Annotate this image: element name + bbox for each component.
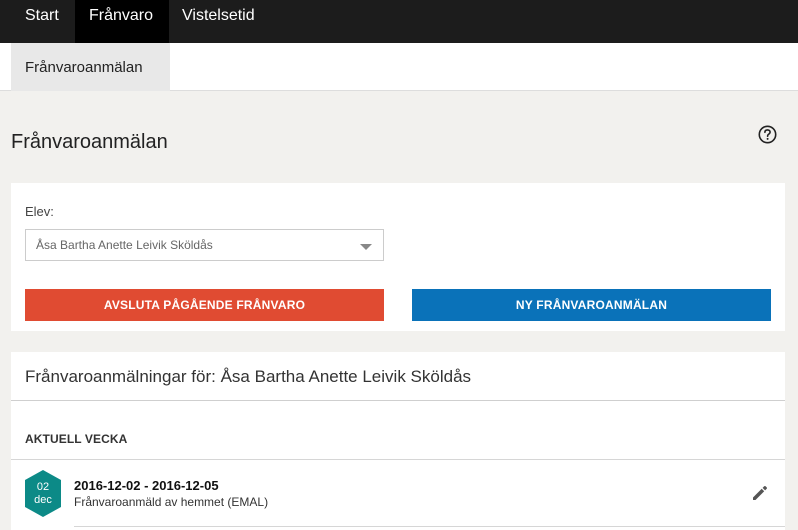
- report-date-range[interactable]: 2016-12-02 - 2016-12-05: [74, 478, 219, 493]
- sub-navigation: Frånvaroanmälan: [0, 43, 798, 91]
- student-select-card: Elev: Åsa Bartha Anette Leivik Sköldås A…: [11, 183, 785, 331]
- divider: [11, 459, 785, 460]
- divider: [74, 526, 785, 527]
- date-badge: 02 dec: [25, 470, 61, 517]
- end-ongoing-absence-button[interactable]: AVSLUTA PÅGÅENDE FRÅNVARO: [25, 289, 384, 321]
- student-select[interactable]: Åsa Bartha Anette Leivik Sköldås: [25, 229, 384, 261]
- absence-reports-card: Frånvaroanmälningar för: Åsa Bartha Anet…: [11, 352, 785, 530]
- student-label: Elev:: [25, 204, 54, 219]
- top-navigation: Start Frånvaro Vistelsetid: [0, 0, 798, 43]
- divider: [11, 400, 785, 401]
- reports-title: Frånvaroanmälningar för: Åsa Bartha Anet…: [25, 367, 472, 386]
- report-description: Frånvaroanmäld av hemmet (EMAL): [74, 495, 269, 509]
- pencil-icon[interactable]: [751, 484, 769, 502]
- date-badge-month: dec: [34, 494, 52, 506]
- student-select-value: Åsa Bartha Anette Leivik Sköldås: [36, 238, 213, 252]
- tab-vistelsetid[interactable]: Vistelsetid: [169, 0, 279, 43]
- subtab-franvaroanmalan[interactable]: Frånvaroanmälan: [11, 43, 170, 91]
- date-badge-day: 02: [36, 481, 50, 493]
- chevron-down-icon: [360, 244, 372, 250]
- new-absence-report-button[interactable]: NY FRÅNVAROANMÄLAN: [412, 289, 771, 321]
- section-label-current-week: AKTUELL VECKA: [25, 432, 128, 446]
- tab-franvaro[interactable]: Frånvaro: [75, 0, 169, 43]
- question-circle-icon[interactable]: [758, 125, 777, 144]
- tab-start[interactable]: Start: [11, 0, 75, 43]
- page-title: Frånvaroanmälan: [11, 131, 168, 153]
